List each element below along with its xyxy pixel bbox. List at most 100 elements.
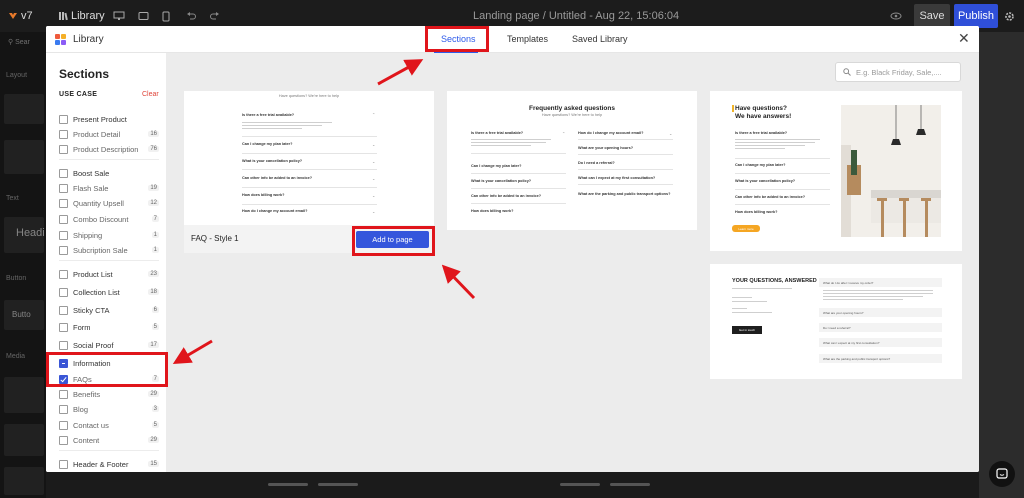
checkbox[interactable]	[59, 389, 68, 399]
filter-boost-sale[interactable]: Boost Sale	[59, 167, 159, 179]
filter-subscription-sale[interactable]: Subcription Sale 1	[59, 244, 159, 256]
checkbox[interactable]	[59, 404, 68, 414]
card-preview-subtitle: Have questions? We're here to help	[541, 113, 603, 117]
filter-label: Header & Footer	[73, 459, 129, 469]
accordion-item: What are your opening hours?	[819, 308, 942, 317]
filter-header-footer[interactable]: Header & Footer 15	[59, 458, 159, 470]
checkbox[interactable]	[59, 322, 68, 332]
answer-line	[242, 122, 332, 123]
faq-question: How do I change my account email?	[242, 209, 308, 213]
settings-button[interactable]	[1004, 0, 1015, 32]
search-placeholder: E.g. Black Friday, Sale,....	[856, 67, 942, 77]
filter-label: Product List	[73, 269, 113, 279]
clear-filter-link[interactable]: Clear	[142, 91, 159, 98]
checkbox[interactable]	[59, 435, 68, 445]
filter-content[interactable]: Content 29	[59, 434, 159, 446]
filter-form[interactable]: Form 5	[59, 321, 159, 333]
section-card-faq-style-3[interactable]: Have questions? We have answers! Is there…	[710, 91, 962, 251]
checkbox[interactable]	[59, 305, 68, 315]
accordion-item: What can I expect at my first consultati…	[819, 338, 942, 347]
checkbox[interactable]	[59, 245, 68, 255]
checkbox[interactable]	[59, 340, 68, 350]
tab-templates[interactable]: Templates	[507, 34, 548, 44]
checkbox[interactable]	[59, 144, 68, 154]
filter-count: 17	[148, 342, 159, 348]
checkbox[interactable]	[59, 198, 68, 208]
search-input[interactable]: E.g. Black Friday, Sale,....	[835, 62, 961, 82]
filter-count: 18	[148, 289, 159, 295]
filter-blog[interactable]: Blog 3	[59, 403, 159, 415]
checkbox[interactable]	[59, 420, 68, 430]
kitchen-image	[841, 105, 941, 237]
filter-product-description[interactable]: Product Description 76	[59, 143, 159, 155]
chevron-down-icon: ⌄	[372, 142, 376, 147]
search-icon	[843, 68, 851, 76]
filter-label: Product Detail	[73, 129, 121, 139]
filter-social-proof[interactable]: Social Proof 17	[59, 339, 159, 351]
title-line-1: Have questions?	[735, 105, 788, 112]
filter-benefits[interactable]: Benefits 29	[59, 388, 159, 400]
text-line	[732, 308, 747, 309]
filter-combo-discount[interactable]: Combo Discount 7	[59, 213, 159, 225]
filter-label: Benefits	[73, 389, 101, 399]
answer-line	[735, 142, 815, 143]
kitchen-illustration	[841, 105, 941, 237]
accordion-item: What do I do after I receive my order?	[819, 278, 942, 287]
sidebar-title: Sections	[59, 67, 110, 81]
checkbox[interactable]	[59, 114, 68, 124]
mobile-icon	[162, 11, 170, 21]
checkbox[interactable]	[59, 287, 68, 297]
chevron-up-icon: ⌃	[372, 112, 376, 117]
accordion-item: What are the parking and public transpor…	[819, 354, 942, 363]
save-button[interactable]: Save	[914, 4, 950, 28]
chevron-down-icon: ⌄	[372, 176, 376, 181]
checkbox[interactable]	[59, 459, 68, 469]
section-card-faq-style-4[interactable]: YOUR QUESTIONS, ANSWERED Get in touch Wh…	[710, 264, 962, 379]
filter-shipping[interactable]: Shipping 1	[59, 229, 159, 241]
canvas-hint-bar	[318, 483, 358, 486]
desktop-icon	[113, 11, 125, 20]
close-icon[interactable]: ✕	[958, 30, 970, 46]
version-menu[interactable]: v7	[8, 0, 33, 32]
divider	[578, 139, 673, 140]
filter-count: 19	[148, 185, 159, 191]
section-card-faq-style-2[interactable]: Frequently asked questions Have question…	[447, 91, 697, 230]
checkbox[interactable]	[59, 214, 68, 224]
title-line-2: We have answers!	[735, 113, 792, 120]
filter-quantity-upsell[interactable]: Quantity Upsell 12	[59, 197, 159, 209]
answer-line	[471, 142, 546, 143]
faq-question: How does billing work?	[471, 209, 514, 213]
filter-count: 5	[151, 422, 159, 428]
modal-title: Library	[73, 34, 104, 45]
filter-present-product[interactable]: Present Product	[59, 113, 159, 125]
filter-flash-sale[interactable]: Flash Sale 19	[59, 182, 159, 194]
library-logo-icon	[55, 34, 67, 46]
checkbox[interactable]	[59, 230, 68, 240]
accordion-item: Do I need a referral?	[819, 323, 942, 332]
filter-contact-us[interactable]: Contact us 5	[59, 419, 159, 431]
filter-product-detail[interactable]: Product Detail 16	[59, 128, 159, 140]
publish-button[interactable]: Publish	[954, 4, 998, 28]
faq-question: What can I expect at my first consultati…	[578, 176, 656, 180]
card-preview-title: Frequently asked questions	[529, 105, 615, 112]
filter-label: Contact us	[73, 420, 109, 430]
highlight-box-add-button	[352, 226, 435, 256]
faq-question: Can I change my plan later?	[471, 164, 522, 168]
chat-support-button[interactable]	[989, 461, 1015, 487]
divider	[735, 204, 830, 205]
filter-label: Product Description	[73, 144, 139, 154]
card-preview-title: YOUR QUESTIONS, ANSWERED	[732, 278, 817, 284]
checkbox[interactable]	[59, 129, 68, 139]
tab-saved-library[interactable]: Saved Library	[572, 34, 628, 44]
filter-product-list[interactable]: Product List 23	[59, 268, 159, 280]
logo-icon	[9, 13, 17, 19]
checkbox[interactable]	[59, 168, 68, 178]
filter-collection-list[interactable]: Collection List 18	[59, 286, 159, 298]
answer-line	[471, 145, 531, 146]
checkbox[interactable]	[59, 183, 68, 193]
checkbox[interactable]	[59, 269, 68, 279]
text-line	[732, 288, 792, 289]
divider	[578, 154, 673, 155]
filter-sticky-cta[interactable]: Sticky CTA 6	[59, 304, 159, 316]
card-name: FAQ - Style 1	[191, 234, 239, 243]
